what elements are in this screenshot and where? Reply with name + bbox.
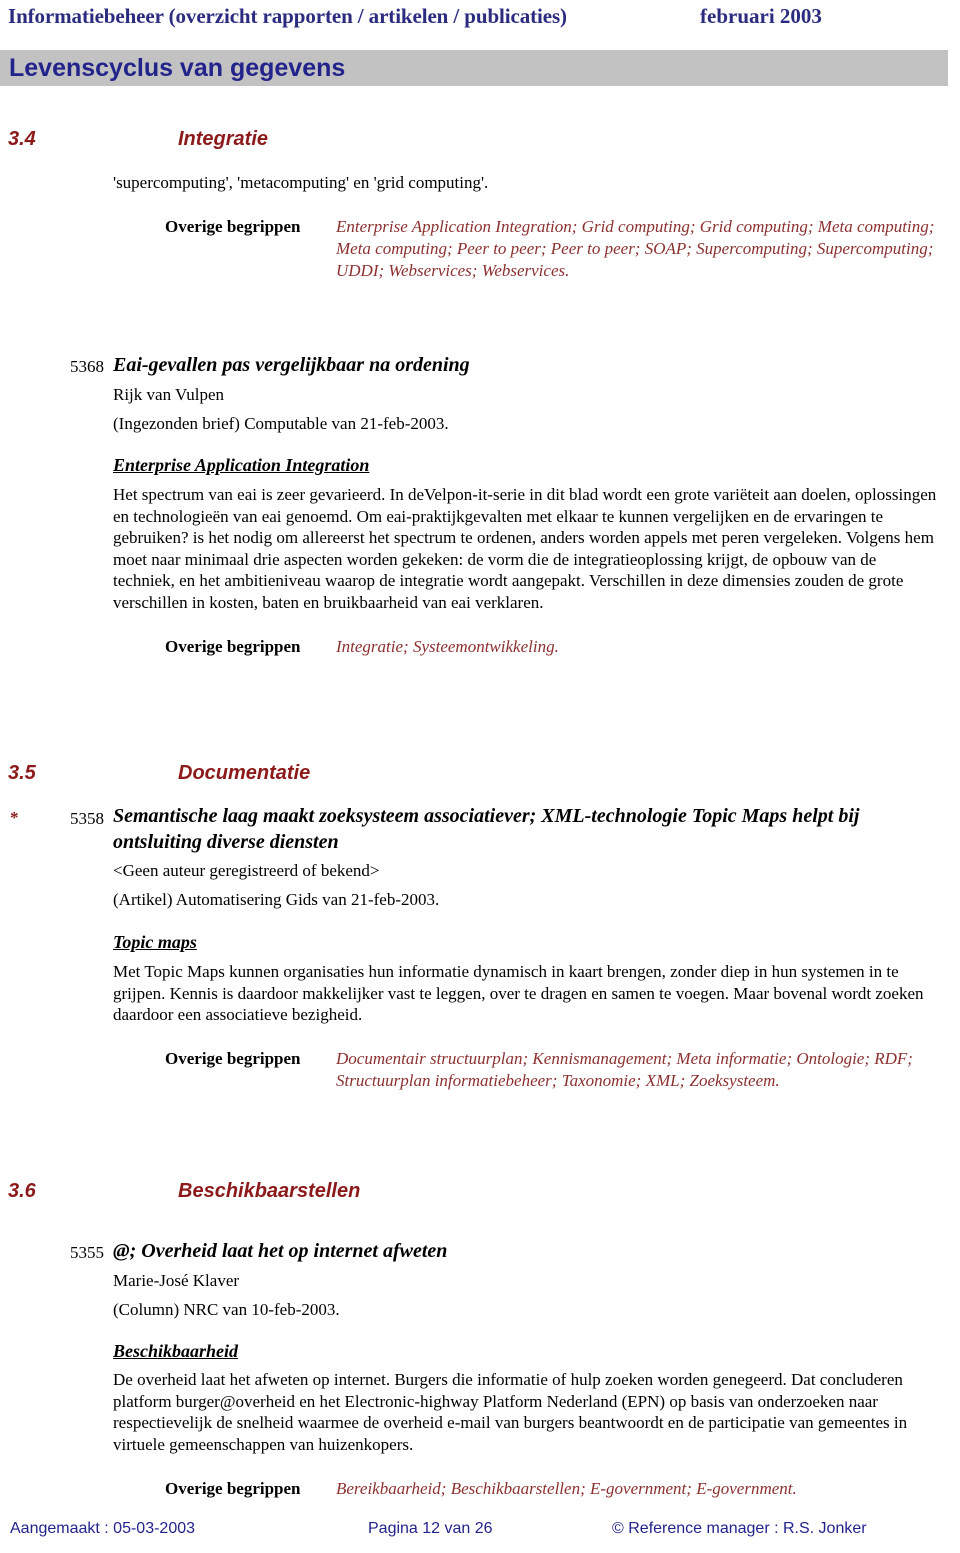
section-heading-3-5: 3.5 Documentatie (0, 762, 960, 792)
section-heading-3-4: 3.4 Integratie (0, 128, 960, 158)
entry-title: @; Overheid laat het op internet afweten (113, 1240, 448, 1262)
entry-id: 5368 (70, 357, 104, 376)
overige-begrippen-value: Bereikbaarheid; Beschikbaarstellen; E-go… (336, 1479, 797, 1498)
overige-begrippen-label: Overige begrippen (165, 217, 301, 236)
overige-begrippen-value: Integratie; Systeemontwikkeling. (336, 637, 559, 656)
entry-body: Met Topic Maps kunnen organisaties hun i… (113, 962, 924, 1024)
entry-marker-asterisk: * (10, 808, 19, 827)
entry-author: <Geen auteur geregistreerd of bekend> (113, 861, 380, 880)
section-number: 3.6 (8, 1180, 36, 1202)
section-name: Documentatie (178, 762, 311, 784)
footer-page-number: Pagina 12 van 26 (368, 1520, 493, 1537)
entry-title: Eai-gevallen pas vergelijkbaar na ordeni… (113, 354, 470, 376)
entry-id: 5355 (70, 1243, 104, 1262)
document-period: februari 2003 (700, 4, 822, 28)
footer-copyright: © Reference manager : R.S. Jonker (612, 1520, 867, 1537)
footer-created-date: Aangemaakt : 05-03-2003 (10, 1520, 196, 1537)
section-intro-line: 'supercomputing', 'metacomputing' en 'gr… (113, 173, 489, 192)
entry-body: Het spectrum van eai is zeer gevarieerd.… (113, 485, 937, 612)
entry-id: 5358 (70, 809, 104, 828)
document-title: Informatiebeheer (overzicht rapporten / … (8, 4, 567, 28)
entry-author: Rijk van Vulpen (113, 385, 225, 404)
entry-author: Marie-José Klaver (113, 1271, 240, 1290)
entry-source: (Ingezonden brief) Computable van 21-feb… (113, 414, 449, 433)
entry-body: De overheid laat het afweten op internet… (113, 1370, 908, 1454)
overige-begrippen-label: Overige begrippen (165, 637, 301, 656)
section-heading-3-6: 3.6 Beschikbaarstellen (0, 1180, 960, 1210)
section-name: Beschikbaarstellen (178, 1180, 361, 1202)
overige-begrippen-value: Enterprise Application Integration; Grid… (336, 217, 935, 280)
entry-subject: Enterprise Application Integration (113, 455, 370, 475)
entry-subject: Beschikbaarheid (113, 1341, 239, 1361)
overige-begrippen-label: Overige begrippen (165, 1479, 301, 1498)
section-name: Integratie (178, 128, 269, 150)
chapter-title: Levenscyclus van gegevens (9, 54, 346, 82)
overige-begrippen-value: Documentair structuurplan; Kennismanagem… (336, 1049, 913, 1090)
entry-source: (Artikel) Automatisering Gids van 21-feb… (113, 890, 440, 909)
overige-begrippen-label: Overige begrippen (165, 1049, 301, 1068)
section-number: 3.4 (8, 128, 36, 150)
entry-title: Semantische laag maakt zoeksysteem assoc… (113, 805, 860, 853)
entry-subject: Topic maps (113, 932, 197, 952)
entry-source: (Column) NRC van 10-feb-2003. (113, 1300, 340, 1319)
page-header: Informatiebeheer (overzicht rapporten / … (0, 0, 960, 42)
page-footer: Aangemaakt : 05-03-2003 Pagina 12 van 26… (0, 1520, 960, 1550)
chapter-banner: Levenscyclus van gegevens (0, 50, 948, 86)
section-number: 3.5 (8, 762, 36, 784)
